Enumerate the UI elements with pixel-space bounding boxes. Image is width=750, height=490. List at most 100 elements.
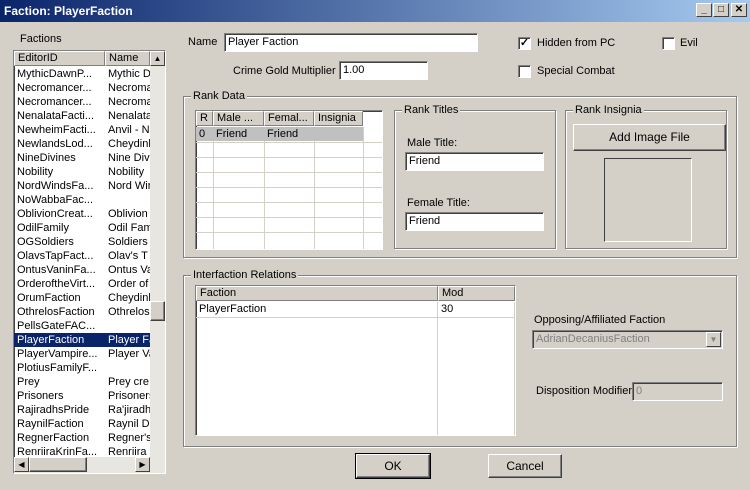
faction-list-item[interactable]: RegnerFaction Regner's: [14, 431, 150, 445]
minimize-button[interactable]: _: [696, 3, 712, 17]
male-title-input[interactable]: Friend: [405, 152, 544, 171]
interfaction-table[interactable]: Faction Mod PlayerFaction 30: [195, 285, 516, 436]
faction-list-item[interactable]: OlavsTapFact... Olav's T: [14, 249, 150, 263]
faction-list-item[interactable]: MythicDawnP... Mythic D: [14, 67, 150, 81]
factions-vscrollbar[interactable]: ▲: [150, 51, 165, 457]
scroll-left-button[interactable]: ◀: [14, 457, 29, 472]
faction-list-item[interactable]: NineDivines Nine Div: [14, 151, 150, 165]
faction-list-item[interactable]: NewheimFacti... Anvil - N: [14, 123, 150, 137]
faction-list-item[interactable]: Nobility Nobility: [14, 165, 150, 179]
special-combat-checkbox[interactable]: [518, 65, 531, 78]
faction-list-item[interactable]: NenalataFacti... Nenalata: [14, 109, 150, 123]
faction-list-item[interactable]: OrderoftheVirt... Order of: [14, 277, 150, 291]
special-combat-label: Special Combat: [537, 65, 615, 77]
faction-list-item[interactable]: NordWindsFa... Nord Wir: [14, 179, 150, 193]
male-title-label: Male Title:: [407, 137, 458, 149]
faction-list-item[interactable]: OthrelosFaction Othrelos: [14, 305, 150, 319]
faction-list-item[interactable]: Necromancer... Necroma: [14, 81, 150, 95]
faction-editorid: NineDivines: [17, 152, 76, 164]
faction-editorid: PlayerVampire...: [17, 348, 98, 360]
faction-list-item[interactable]: Prisoners Prisoners: [14, 389, 150, 403]
factions-hscrollbar[interactable]: ◀ ▶: [14, 457, 165, 473]
faction-list-item[interactable]: OdilFamily Odil Fam: [14, 221, 150, 235]
factions-label: Factions: [20, 33, 62, 45]
grid-line: [196, 317, 515, 318]
female-title-input[interactable]: Friend: [405, 212, 544, 231]
faction-list-item[interactable]: NewlandsLod... Cheydinh: [14, 137, 150, 151]
faction-name: Nobility: [108, 166, 145, 178]
grid-line: [363, 127, 364, 249]
interfaction-col-faction[interactable]: Faction: [196, 286, 438, 301]
opposing-label: Opposing/Affiliated Faction: [534, 314, 666, 326]
hidden-checkbox[interactable]: ✓: [518, 37, 531, 50]
scroll-thumb[interactable]: [150, 301, 165, 321]
faction-list-item[interactable]: Prey Prey cre: [14, 375, 150, 389]
faction-list-item[interactable]: RenriiraKrinFa... Renriira: [14, 445, 150, 457]
rank-data-title: Rank Data: [191, 90, 247, 102]
faction-name: [105, 361, 150, 375]
faction-list-item[interactable]: RaynilFaction Raynil D: [14, 417, 150, 431]
crime-gold-input[interactable]: 1.00: [339, 61, 428, 80]
faction-editorid: NenalataFacti...: [17, 110, 95, 122]
scroll-right-button[interactable]: ▶: [135, 457, 150, 472]
rank-cell: 0: [199, 128, 206, 140]
interfaction-group: Interfaction Relations Faction Mod Playe…: [183, 269, 737, 447]
rank-col-female[interactable]: Femal...: [264, 111, 314, 126]
rank-col-insignia[interactable]: Insignia: [314, 111, 363, 126]
faction-list-item[interactable]: PlayerVampire... Player Va: [14, 347, 150, 361]
faction-name: Nine Div: [108, 152, 150, 164]
interfaction-col-mod[interactable]: Mod: [438, 286, 515, 301]
rank-col-r[interactable]: R: [196, 111, 213, 126]
faction-editorid: RenriiraKrinFa...: [17, 446, 98, 457]
column-header-editorid[interactable]: EditorID: [14, 51, 105, 66]
interfaction-grid: PlayerFaction 30: [196, 302, 515, 435]
faction-name: Player Va: [108, 348, 150, 360]
opposing-dropdown[interactable]: AdrianDecaniusFaction: [532, 330, 723, 349]
faction-list-item[interactable]: Necromancer... Necroma: [14, 95, 150, 109]
faction-name: Olav's T: [108, 250, 148, 262]
faction-list-item[interactable]: PlayerFaction Player Fa: [14, 333, 150, 347]
grid-line: [196, 157, 382, 158]
faction-list-item[interactable]: OntusVaninFa... Ontus Va: [14, 263, 150, 277]
interfaction-row[interactable]: PlayerFaction 30: [196, 302, 514, 316]
evil-checkbox[interactable]: [662, 37, 675, 50]
faction-editorid: PlotiusFamilyF...: [17, 362, 98, 374]
faction-name: Prey cre: [108, 376, 149, 388]
faction-editorid: OntusVaninFa...: [17, 264, 96, 276]
maximize-button[interactable]: □: [713, 3, 729, 17]
faction-list-item[interactable]: RajiradhsPride Ra'jiradh: [14, 403, 150, 417]
ok-button[interactable]: OK: [355, 453, 431, 479]
faction-name: Necroma: [108, 82, 150, 94]
rank-row[interactable]: 0 Friend Friend: [196, 127, 363, 141]
faction-list-item[interactable]: PellsGateFAC...: [14, 319, 150, 333]
faction-list-item[interactable]: OblivionCreat... Oblivion: [14, 207, 150, 221]
add-image-file-button[interactable]: Add Image File: [573, 124, 726, 151]
rank-grid: 0 Friend Friend: [196, 127, 382, 249]
column-header-name[interactable]: Name: [105, 51, 150, 66]
faction-name: Raynil D: [108, 418, 150, 430]
faction-name: [105, 193, 150, 207]
rank-table[interactable]: R Male ... Femal... Insignia 0 Friend Fr…: [195, 110, 383, 250]
faction-name: Nenalata: [108, 110, 150, 122]
faction-name: Renriira: [108, 446, 147, 457]
faction-list-item[interactable]: OGSoldiers Soldiers: [14, 235, 150, 249]
chevron-down-icon[interactable]: ▼: [706, 332, 721, 347]
faction-list-item[interactable]: OrumFaction Cheydinh: [14, 291, 150, 305]
rank-col-male[interactable]: Male ...: [213, 111, 264, 126]
disposition-input[interactable]: 0: [632, 382, 723, 401]
factions-list[interactable]: EditorID Name MythicDawnP... Mythic D Necr…: [13, 50, 166, 474]
faction-list-item[interactable]: PlotiusFamilyF...: [14, 361, 150, 375]
faction-name: Ra'jiradh: [108, 404, 150, 416]
cancel-button[interactable]: Cancel: [488, 454, 562, 478]
name-input[interactable]: Player Faction: [224, 33, 478, 52]
faction-name: Anvil - N: [108, 124, 150, 136]
faction-list-item[interactable]: NoWabbaFac...: [14, 193, 150, 207]
window-titlebar: Faction: PlayerFaction: [0, 0, 750, 22]
hscroll-thumb[interactable]: [29, 457, 87, 472]
grid-line: [264, 127, 265, 249]
scroll-up-button[interactable]: ▲: [150, 51, 165, 66]
faction-editorid: MythicDawnP...: [17, 68, 92, 80]
faction-name: Player Fa: [108, 334, 150, 346]
faction-editorid: NewlandsLod...: [17, 138, 93, 150]
close-button[interactable]: ✕: [731, 3, 747, 17]
